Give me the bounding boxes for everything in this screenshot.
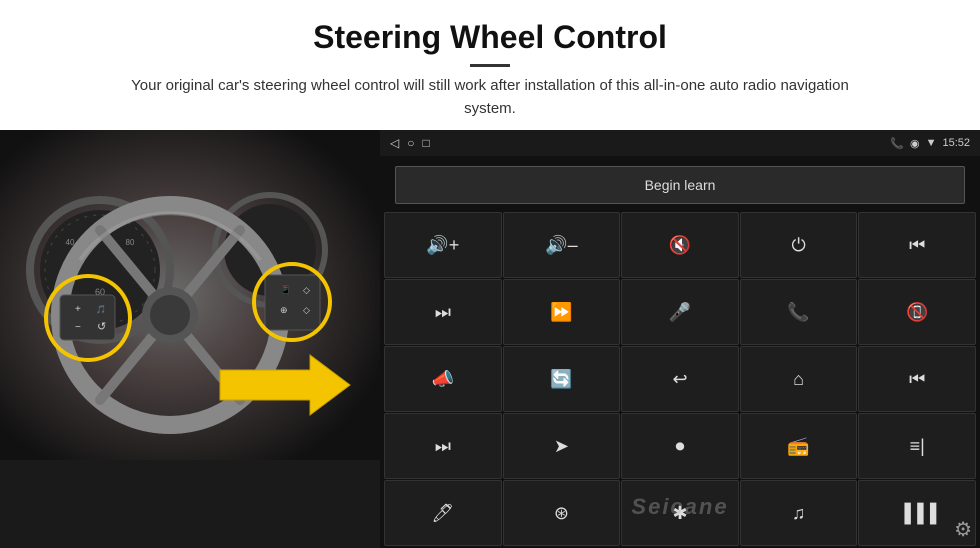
power-button[interactable]: ⏻ [740,212,858,278]
phone-icon: 📞 [890,137,904,150]
hangup-button[interactable]: 📵 [858,279,976,345]
svg-text:📱: 📱 [280,284,291,295]
svg-text:◇: ◇ [303,285,310,295]
svg-text:⊕: ⊕ [280,305,288,315]
location-icon: ◉ [910,137,920,150]
subtitle: Your original car's steering wheel contr… [110,75,870,120]
mic2-button[interactable]: 🖊 [384,480,502,546]
menu-button[interactable]: ⊛ [503,480,621,546]
svg-text:🎵: 🎵 [96,305,106,314]
radio-button[interactable]: 📻 [740,413,858,479]
home-nav-icon[interactable]: ○ [407,136,414,150]
mic-button[interactable]: 🎤 [621,279,739,345]
mute-button[interactable]: 🔇 [621,212,739,278]
prev2-button[interactable]: ⏮ [858,346,976,412]
screen-section: ◁ ○ □ 📞 ◉ ▼ 15:52 Begin learn 🔊+🔊–🔇⏻⏮⏭⏩🎤… [380,130,980,548]
navigate-button[interactable]: ➤ [503,413,621,479]
topbar-left: ◁ ○ □ [390,136,430,150]
cam360-button[interactable]: 🔄 [503,346,621,412]
svg-text:↺: ↺ [97,321,106,333]
music-button[interactable]: ♫ [740,480,858,546]
page-title: Steering Wheel Control [60,18,920,56]
header-section: Steering Wheel Control Your original car… [0,0,980,130]
eq-button[interactable]: ≡| [858,413,976,479]
content-row: 60 40 80 + � [0,130,980,548]
phone-button[interactable]: 📞 [740,279,858,345]
svg-text:−: − [75,322,81,333]
begin-learn-container: Begin learn [380,156,980,210]
svg-text:80: 80 [126,238,135,247]
time-display: 15:52 [942,137,970,149]
speaker-button[interactable]: 📣 [384,346,502,412]
steering-wheel-image: 60 40 80 + � [0,130,380,460]
skip-next-button[interactable]: ⏭ [384,279,502,345]
next2-button[interactable]: ⏭ [384,413,502,479]
recents-nav-icon[interactable]: □ [422,136,429,150]
begin-learn-button[interactable]: Begin learn [395,166,965,204]
fast-fwd-button[interactable]: ⏩ [503,279,621,345]
page-container: Steering Wheel Control Your original car… [0,0,980,548]
bluetooth-button[interactable]: ✱ [621,480,739,546]
vol-up-button[interactable]: 🔊+ [384,212,502,278]
svg-text:+: + [75,304,81,315]
svg-text:◇: ◇ [303,305,310,315]
photo-section: 60 40 80 + � [0,130,380,548]
title-divider [470,64,510,67]
android-topbar: ◁ ○ □ 📞 ◉ ▼ 15:52 [380,130,980,156]
call-prev-button[interactable]: ⏮ [858,212,976,278]
topbar-right: 📞 ◉ ▼ 15:52 [890,137,970,150]
source-button[interactable]: ⏺ [621,413,739,479]
home-button[interactable]: ⌂ [740,346,858,412]
settings-gear-button[interactable]: ⚙ [954,517,972,542]
wifi-icon: ▼ [926,137,937,149]
back-nav-icon[interactable]: ◁ [390,136,399,150]
icons-grid: 🔊+🔊–🔇⏻⏮⏭⏩🎤📞📵📣🔄↩⌂⏮⏭➤⏺📻≡|🖊⊛✱♫▐▐▐ [380,210,980,548]
back-button[interactable]: ↩ [621,346,739,412]
vol-down-button[interactable]: 🔊– [503,212,621,278]
